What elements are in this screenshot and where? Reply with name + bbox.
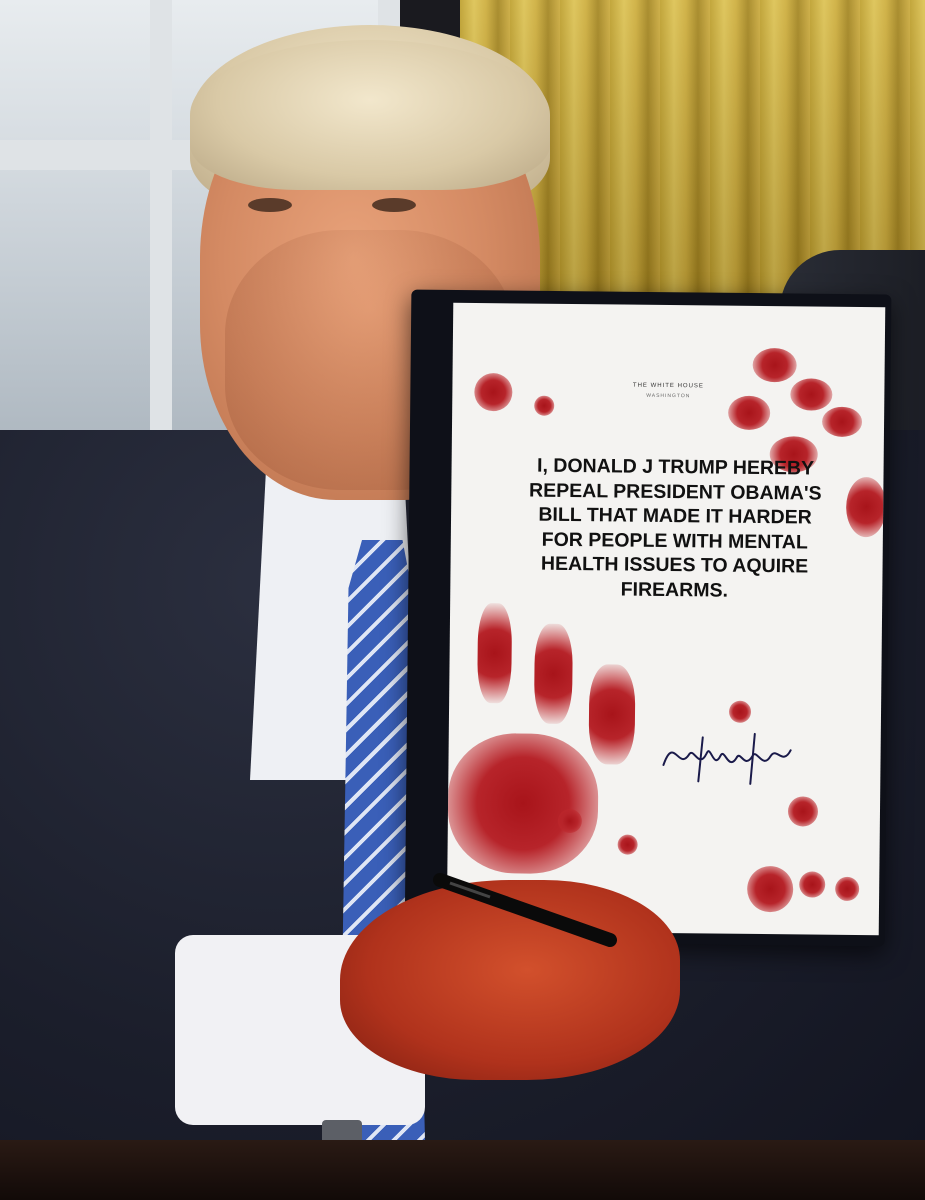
blood-palm-icon	[447, 732, 599, 875]
signed-document: THE WHITE HOUSE WASHINGTON I, DONALD J T…	[446, 302, 886, 936]
blood-drop-icon	[728, 700, 752, 723]
blood-finger-icon	[588, 664, 636, 765]
statement-line: REPEAL PRESIDENT OBAMA'S	[528, 479, 822, 505]
blood-drop-icon	[534, 395, 555, 416]
blood-drop-icon	[474, 372, 513, 412]
signature-icon	[662, 732, 792, 785]
blood-drop-icon	[787, 796, 819, 827]
blood-drop-icon	[790, 378, 833, 411]
hair-front	[190, 40, 550, 190]
right-eye	[372, 198, 416, 212]
blood-drop-icon	[835, 876, 860, 902]
blood-drop-icon	[821, 406, 863, 438]
left-eye	[248, 198, 292, 212]
blood-finger-icon	[477, 603, 513, 704]
bill-statement: I, DONALD J TRUMP HEREBY REPEAL PRESIDEN…	[474, 453, 876, 604]
blood-drop-icon	[746, 865, 794, 913]
blood-finger-icon	[533, 623, 573, 725]
blood-drop-icon	[617, 834, 638, 855]
blood-drop-icon	[799, 871, 826, 898]
blood-drop-icon	[752, 347, 797, 383]
pen-icon	[433, 873, 617, 947]
statement-line: FIREARMS.	[620, 578, 729, 602]
blood-drop-icon	[727, 395, 771, 431]
photo-scene: THE WHITE HOUSE WASHINGTON I, DONALD J T…	[0, 0, 925, 1200]
blood-drop-icon	[557, 808, 583, 834]
resolute-desk	[0, 1140, 925, 1200]
